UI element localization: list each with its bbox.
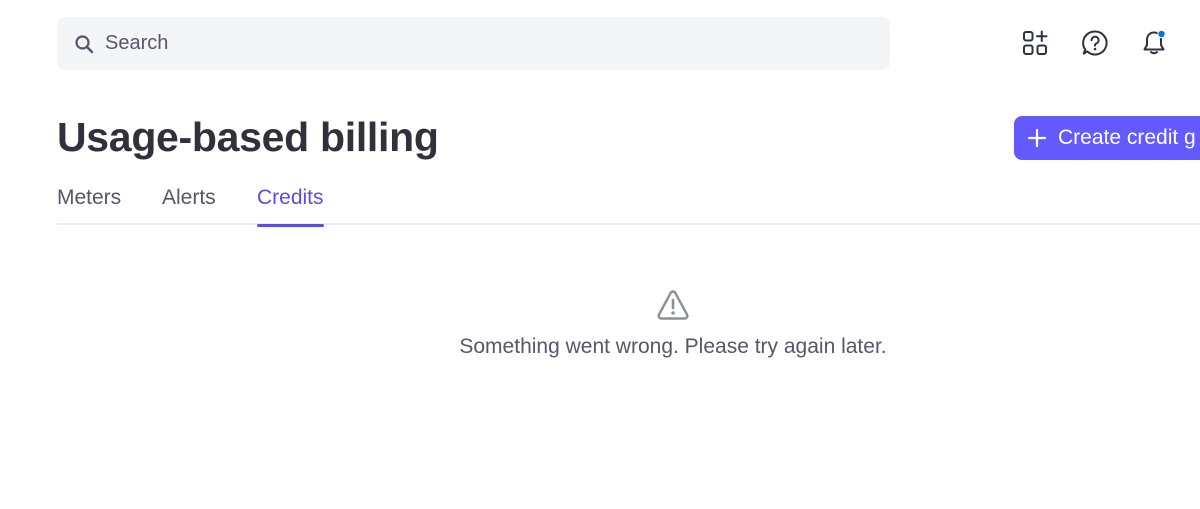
search-input[interactable] <box>105 23 865 64</box>
page: Usage-based billing Create credit g Mete… <box>0 0 1200 509</box>
help-button[interactable] <box>1075 25 1115 65</box>
search-bar[interactable] <box>57 17 890 70</box>
tab-bar: Meters Alerts Credits <box>57 186 1200 227</box>
notifications-button[interactable] <box>1134 25 1174 65</box>
help-icon <box>1081 29 1109 62</box>
page-title: Usage-based billing <box>57 114 439 160</box>
apps-button[interactable] <box>1015 25 1055 65</box>
tab-alerts[interactable]: Alerts <box>162 186 216 225</box>
tab-credits[interactable]: Credits <box>257 186 324 227</box>
create-button-label: Create credit g <box>1058 126 1196 149</box>
tab-meters[interactable]: Meters <box>57 186 121 225</box>
search-icon <box>73 33 95 55</box>
warning-icon <box>656 288 690 322</box>
create-credit-grant-button[interactable]: Create credit g <box>1014 116 1200 160</box>
plus-icon <box>1026 127 1048 149</box>
notification-dot <box>1158 30 1165 37</box>
error-message: Something went wrong. Please try again l… <box>459 335 887 358</box>
bell-icon <box>1140 29 1168 62</box>
apps-icon <box>1022 30 1048 61</box>
